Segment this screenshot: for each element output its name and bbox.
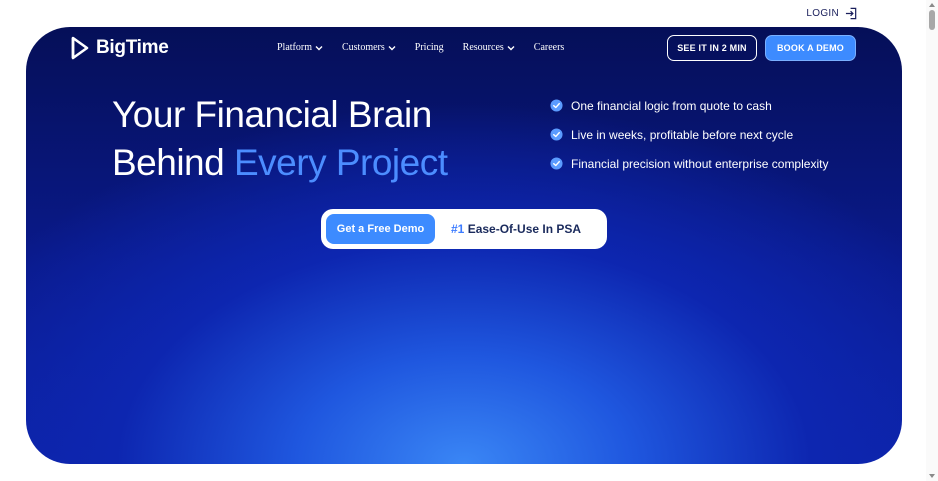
nav-label: Careers [533,42,565,53]
nav-label: Resources [462,42,504,53]
get-a-free-demo-button[interactable]: Get a Free Demo [326,214,435,244]
nav-item-pricing[interactable]: Pricing [415,42,444,53]
headline-line-2-prefix: Behind [112,142,234,183]
cta-tagline: #1 Ease-Of-Use In PSA [451,222,581,236]
check-circle-icon [550,128,563,141]
nav-item-resources[interactable]: Resources [463,42,515,53]
bigtime-logo-icon [71,36,89,60]
feature-item: One financial logic from quote to cash [550,98,828,113]
scroll-down-arrow-icon[interactable] [929,474,935,478]
feature-list: One financial logic from quote to cash L… [550,98,828,185]
cta-tagline-text: Ease-Of-Use In PSA [464,222,582,236]
feature-text: Financial precision without enterprise c… [571,156,829,171]
login-link[interactable]: LOGIN [806,6,858,20]
feature-item: Financial precision without enterprise c… [550,156,828,171]
headline-accent: Every Project [234,142,448,183]
bigtime-logo[interactable]: BigTime [70,35,169,61]
hero-section: BigTime Platform Customers Pricing Resou… [26,27,902,464]
nav-label: Platform [277,42,312,53]
book-a-demo-button[interactable]: BOOK A DEMO [765,35,856,61]
scroll-up-arrow-icon[interactable] [929,3,935,7]
sign-in-icon [845,7,857,19]
nav-item-platform[interactable]: Platform [277,42,323,53]
feature-text: Live in weeks, profitable before next cy… [571,127,794,142]
button-label: Get a Free Demo [336,223,425,235]
chevron-down-icon [507,45,515,50]
button-label: BOOK A DEMO [776,43,845,53]
check-circle-icon [550,99,563,112]
nav-label: Customers [342,42,385,53]
scroll-thumb[interactable] [929,10,935,30]
chevron-down-icon [388,45,396,50]
feature-text: One financial logic from quote to cash [571,98,772,113]
main-nav: Platform Customers Pricing Resources Car… [277,42,564,53]
nav-label: Pricing [414,42,444,53]
headline-line-1: Your Financial Brain [112,94,432,135]
cta-pill: Get a Free Demo #1 Ease-Of-Use In PSA [321,209,607,249]
hero-headline: Your Financial Brain Behind Every Projec… [112,91,448,187]
login-label: LOGIN [806,7,839,19]
check-circle-icon [550,157,563,170]
nav-item-customers[interactable]: Customers [342,42,396,53]
see-it-in-2-min-button[interactable]: SEE IT IN 2 MIN [667,35,757,61]
feature-item: Live in weeks, profitable before next cy… [550,127,828,142]
nav-item-careers[interactable]: Careers [534,42,565,53]
page-scrollbar[interactable] [926,0,938,481]
button-label: SEE IT IN 2 MIN [677,43,747,53]
cta-rank: #1 [451,222,465,236]
chevron-down-icon [315,45,323,50]
logo-text: BigTime [96,37,169,58]
